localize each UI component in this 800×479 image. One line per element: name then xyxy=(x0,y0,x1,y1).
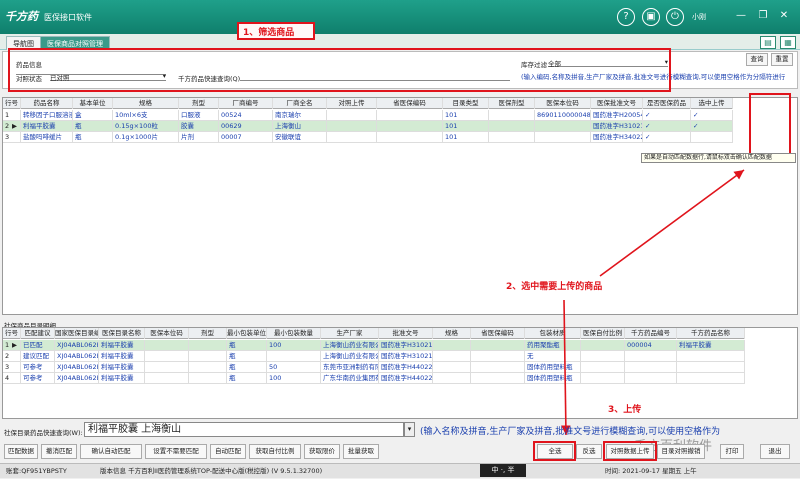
status-time: 时间: 2021-09-17 星期五 上午 xyxy=(605,467,697,475)
invert-selection-button[interactable]: 反选 xyxy=(576,444,602,459)
status-version: 版本信息 千方百利II医药管理系统TOP-配送中心版(税控版) (V 9.5.1… xyxy=(100,467,323,475)
catalog-search-label: 社保目录药品快速查询(W): xyxy=(4,429,83,437)
annotation-box-select-all xyxy=(533,441,576,461)
annotation-arrows xyxy=(561,169,745,436)
annotation-step3: 3、上传 xyxy=(608,405,642,415)
catalog-search-hint: (输入名称及拼音,生产厂家及拼音,批准文号进行模糊查询,可以使用空格作为 xyxy=(420,427,721,437)
match-data-button[interactable]: 匹配数据 xyxy=(4,444,38,459)
ime-indicator[interactable]: 中 ·, 半 xyxy=(480,464,526,477)
exit-button[interactable]: 退出 xyxy=(760,444,790,459)
annotation-step2: 2、选中需要上传的商品 xyxy=(506,282,603,292)
status-account: 账套:QF951YBPSTY xyxy=(6,467,67,475)
catalog-search-input[interactable]: 利福平胶囊 上海衡山 xyxy=(84,422,404,437)
get-self-pay-ratio-button[interactable]: 获取自付比例 xyxy=(249,444,301,459)
get-price-limit-button[interactable]: 获取限价 xyxy=(304,444,340,459)
no-match-needed-button[interactable]: 设置不需要匹配 xyxy=(145,444,207,459)
annotation-box-upload xyxy=(603,441,657,461)
status-bar: 账套:QF951YBPSTY 版本信息 千方百利II医药管理系统TOP-配送中心… xyxy=(0,463,800,478)
revoke-catalog-button[interactable]: 目录对照撤销 xyxy=(657,444,705,459)
confirm-auto-match-button[interactable]: 确认自动匹配 xyxy=(80,444,142,459)
print-button[interactable]: 打印 xyxy=(720,444,744,459)
undo-match-button[interactable]: 撤消匹配 xyxy=(41,444,77,459)
chevron-down-icon[interactable]: ▾ xyxy=(404,422,415,437)
auto-match-button[interactable]: 自动匹配 xyxy=(210,444,246,459)
batch-get-button[interactable]: 批量获取 xyxy=(343,444,379,459)
